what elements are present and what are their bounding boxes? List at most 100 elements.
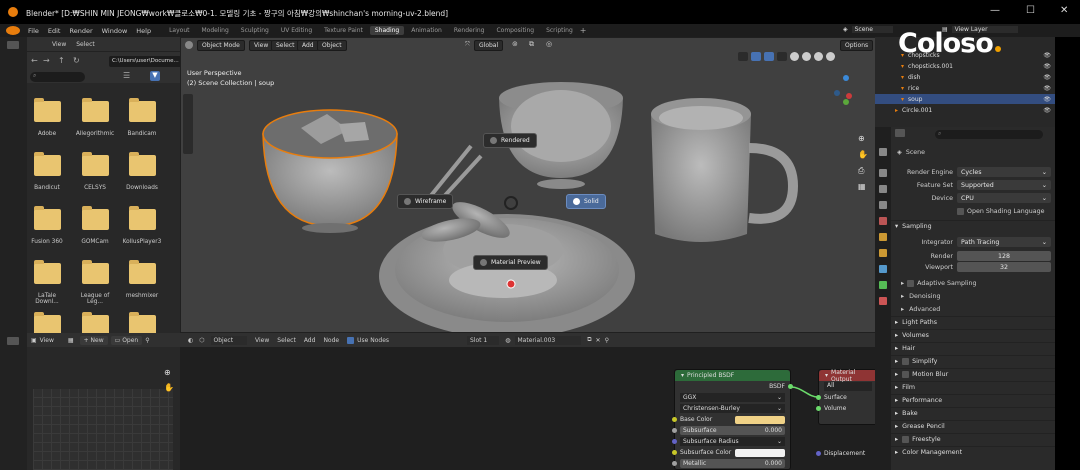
tab-uv-editing[interactable]: UV Editing	[276, 26, 317, 35]
folder-item[interactable]: Fusion 360	[27, 206, 68, 245]
material-output-node[interactable]: ▾ Material Output All Surface Volume Disp…	[816, 369, 875, 457]
menu-render[interactable]: Render	[69, 27, 92, 35]
blender-menu-icon[interactable]	[6, 26, 20, 35]
folder-item[interactable]	[27, 312, 68, 333]
output-tab-icon[interactable]	[879, 185, 887, 193]
osl-checkbox[interactable]	[957, 207, 964, 215]
forward-arrow-icon[interactable]: →	[43, 56, 50, 65]
material-tab-icon[interactable]	[879, 297, 887, 305]
render-tab-icon[interactable]	[879, 169, 887, 177]
output-target-dropdown[interactable]: All	[824, 382, 872, 391]
refresh-icon[interactable]: ↻	[73, 56, 80, 65]
parent-dir-icon[interactable]: ↑	[58, 56, 65, 65]
section-performance[interactable]: ▸ Performance	[891, 394, 1055, 406]
world-tab-icon[interactable]	[879, 233, 887, 241]
base-color-swatch[interactable]	[735, 415, 785, 424]
sort-icon[interactable]: ☰	[123, 71, 130, 80]
subsurface-color-swatch[interactable]	[735, 448, 785, 457]
folder-item[interactable]: GOMCam	[74, 206, 116, 245]
folder-item[interactable]: CELSYS	[74, 152, 116, 191]
close-icon[interactable]: ✕	[1060, 5, 1068, 16]
menu-window[interactable]: Window	[102, 27, 128, 35]
pie-wireframe-button[interactable]: Wireframe	[397, 194, 454, 209]
pie-solid-button[interactable]: Solid	[566, 194, 606, 209]
new-image-button[interactable]: + New	[79, 335, 108, 345]
distribution-dropdown[interactable]: GGX ⌄	[680, 393, 785, 402]
3d-viewport[interactable]: Object Mode View Select Add Object ⤧ Glo…	[180, 37, 880, 333]
view-layer-tab-icon[interactable]	[879, 201, 887, 209]
visibility-eye-icon[interactable]: 👁	[1043, 96, 1051, 103]
subsurface-method-dropdown[interactable]: Christensen-Burley ⌄	[680, 404, 785, 413]
folder-item[interactable]: Allegorithmic	[74, 98, 116, 137]
device-dropdown[interactable]: CPU ⌄	[957, 193, 1051, 203]
denoising-subsection[interactable]: ▸ Denoising	[891, 290, 1055, 302]
uv-grid[interactable]	[33, 389, 173, 470]
surface-input-socket[interactable]	[816, 395, 821, 400]
visibility-eye-icon[interactable]: 👁	[1043, 85, 1051, 92]
principled-bsdf-node[interactable]: ▾ Principled BSDF BSDF GGX ⌄ Christensen-B…	[672, 369, 793, 470]
outliner-row[interactable]: ▸ Circle.001 👁	[875, 105, 1055, 115]
subsurface-slider[interactable]: Subsurface 0.000	[680, 426, 785, 435]
menu-file[interactable]: File	[28, 27, 39, 35]
tab-scripting[interactable]: Scripting	[541, 26, 578, 35]
displacement-input-socket[interactable]	[816, 451, 821, 456]
modifier-tab-icon[interactable]	[879, 265, 887, 273]
collapse-icon[interactable]: ▾	[681, 372, 684, 379]
tab-compositing[interactable]: Compositing	[491, 26, 539, 35]
section-simplify[interactable]: ▸ Simplify	[891, 355, 1055, 367]
visibility-eye-icon[interactable]: 👁	[1043, 107, 1051, 114]
integrator-dropdown[interactable]: Path Tracing ⌄	[957, 237, 1051, 247]
section-hair[interactable]: ▸ Hair	[891, 342, 1055, 354]
section-motion-blur[interactable]: ▸ Motion Blur	[891, 368, 1055, 380]
section-bake[interactable]: ▸ Bake	[891, 407, 1055, 419]
section-sampling[interactable]: ▾ Sampling	[891, 220, 1055, 232]
data-tab-icon[interactable]	[879, 281, 887, 289]
tab-rendering[interactable]: Rendering	[449, 26, 490, 35]
motion-blur-checkbox[interactable]	[902, 371, 910, 378]
pan-hand-icon[interactable]: ✋	[858, 150, 868, 159]
maximize-icon[interactable]: ☐	[1026, 5, 1035, 16]
render-engine-dropdown[interactable]: Cycles ⌄	[957, 167, 1051, 177]
ie-menu-view[interactable]: View	[40, 337, 54, 344]
section-grease-pencil[interactable]: ▸ Grease Pencil	[891, 420, 1055, 432]
tool-tab-icon[interactable]	[879, 148, 887, 156]
outliner-row[interactable]: ▾ chopsticks.001 👁	[875, 61, 1055, 71]
adaptive-sampling-subsection[interactable]: ▸ Adaptive Sampling	[891, 277, 1055, 289]
pie-rendered-button[interactable]: Rendered	[483, 133, 537, 148]
folder-item[interactable]: Adobe	[27, 98, 68, 137]
menu-help[interactable]: Help	[136, 27, 151, 35]
search-icon[interactable]: ⌕	[30, 72, 85, 82]
zoom-icon[interactable]: ⊕	[858, 134, 865, 143]
adaptive-sampling-checkbox[interactable]	[907, 279, 915, 287]
bsdf-output-socket[interactable]	[788, 384, 793, 389]
outliner-row[interactable]: ▾ rice 👁	[875, 83, 1055, 93]
folder-item[interactable]: Downloads	[121, 152, 163, 191]
folder-item[interactable]	[74, 312, 116, 333]
base-color-socket[interactable]	[672, 417, 677, 422]
principled-header[interactable]: ▾ Principled BSDF	[675, 370, 790, 381]
image-editor-type-icon[interactable]: ▣	[31, 337, 37, 344]
folder-item[interactable]: KollusPlayer3	[121, 206, 163, 245]
image-browse-icon[interactable]: ▦	[68, 337, 74, 344]
fb-menu-select[interactable]: Select	[76, 41, 95, 48]
outliner-row[interactable]: ▾ dish 👁	[875, 72, 1055, 82]
freestyle-checkbox[interactable]	[902, 436, 910, 443]
path-field[interactable]: C:\Users\user\Docume...	[109, 56, 180, 67]
viewport-samples-field[interactable]: 32	[957, 262, 1051, 272]
visibility-eye-icon[interactable]: 👁	[1043, 52, 1051, 59]
tab-shading[interactable]: Shading	[369, 26, 405, 35]
folder-item[interactable]	[121, 312, 163, 333]
camera-view-icon[interactable]: ⎙	[858, 166, 864, 176]
editor-type-icon[interactable]	[7, 41, 19, 49]
metallic-slider[interactable]: Metallic 0.000	[680, 459, 785, 468]
open-image-button[interactable]: ▭ Open	[110, 335, 143, 345]
minimize-icon[interactable]: —	[990, 5, 1000, 16]
section-film[interactable]: ▸ Film	[891, 381, 1055, 393]
add-workspace-icon[interactable]: +	[580, 26, 587, 35]
folder-item[interactable]: meshmixer	[121, 260, 163, 299]
visibility-eye-icon[interactable]: 👁	[1043, 74, 1051, 81]
image-editor-type-icon[interactable]	[7, 337, 19, 345]
render-samples-field[interactable]: 128	[957, 251, 1051, 261]
subsurface-color-socket[interactable]	[672, 450, 677, 455]
folder-item[interactable]: League of Leg...	[74, 260, 116, 305]
